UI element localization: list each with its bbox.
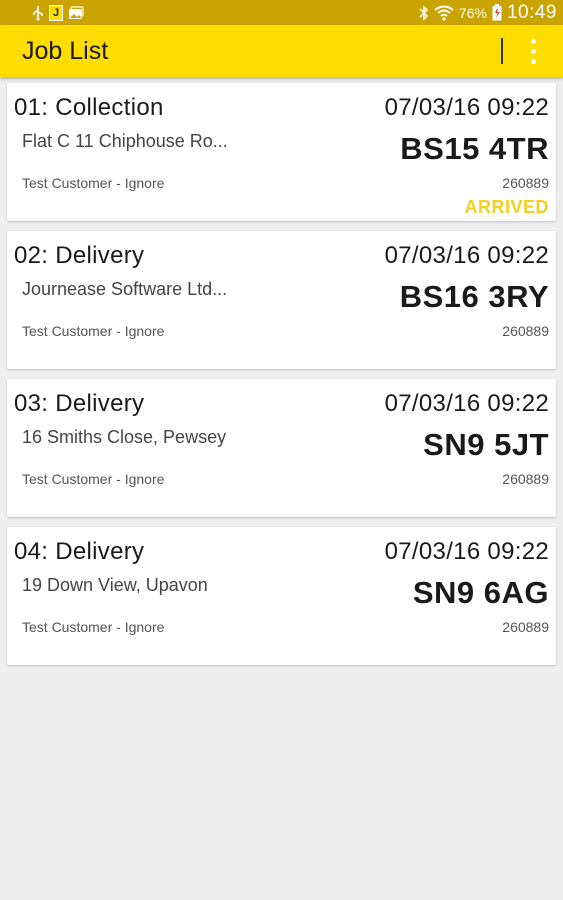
status-right: 76% 10:49 [419,2,557,24]
gallery-icon [68,5,84,20]
job-reference: 260889 [502,323,549,339]
usb-icon [32,5,44,21]
battery-percent: 76% [458,4,487,21]
battery-icon [492,4,502,21]
app-bar: Job List [0,25,563,77]
menu-dot [530,58,536,64]
job-customer: Test Customer - Ignore [22,619,165,635]
job-reference: 260889 [502,471,549,487]
job-title: 01: Collection [14,94,164,121]
job-card[interactable]: 04: Delivery 19 Down View, Upavon Test C… [7,527,556,665]
job-address: 19 Down View, Upavon [22,575,208,595]
wifi-icon [434,5,454,21]
job-address: 16 Smiths Close, Pewsey [22,427,227,447]
job-customer: Test Customer - Ignore [22,471,165,487]
more-vert-icon[interactable] [520,33,546,69]
job-datetime: 07/03/16 09:22 [384,390,549,417]
job-postcode: SN9 5JT [423,427,549,462]
job-reference: 260889 [502,175,549,191]
job-customer: Test Customer - Ignore [22,323,165,339]
job-datetime: 07/03/16 09:22 [384,94,549,121]
job-card[interactable]: 02: Delivery Journease Software Ltd... T… [7,231,556,369]
menu-dot [530,48,536,54]
app-bar-divider [501,38,503,64]
job-list: 01: Collection Flat C 11 Chiphouse Ro...… [7,83,556,675]
job-card[interactable]: 01: Collection Flat C 11 Chiphouse Ro...… [7,83,556,221]
job-address: Journease Software Ltd... [22,279,228,299]
status-left: J [32,4,84,21]
job-status-badge: ARRIVED [464,197,549,217]
menu-dot [530,38,536,44]
job-card[interactable]: 03: Delivery 16 Smiths Close, Pewsey Tes… [7,379,556,517]
page-title: Job List [22,37,109,65]
status-clock: 10:49 [506,1,557,23]
job-postcode: SN9 6AG [412,575,549,610]
job-reference: 260889 [502,619,549,635]
job-customer: Test Customer - Ignore [22,175,165,191]
status-bar: J 76% 10:49 [0,0,563,25]
job-title: 03: Delivery [14,390,145,417]
j-app-icon: J [49,4,63,21]
job-datetime: 07/03/16 09:22 [384,242,549,269]
job-postcode: BS16 3RY [399,279,549,314]
job-title: 02: Delivery [14,242,145,269]
job-title: 04: Delivery [14,538,145,565]
job-address: Flat C 11 Chiphouse Ro... [22,131,228,151]
bluetooth-icon [419,4,429,21]
job-datetime: 07/03/16 09:22 [384,538,549,565]
job-postcode: BS15 4TR [400,131,549,166]
